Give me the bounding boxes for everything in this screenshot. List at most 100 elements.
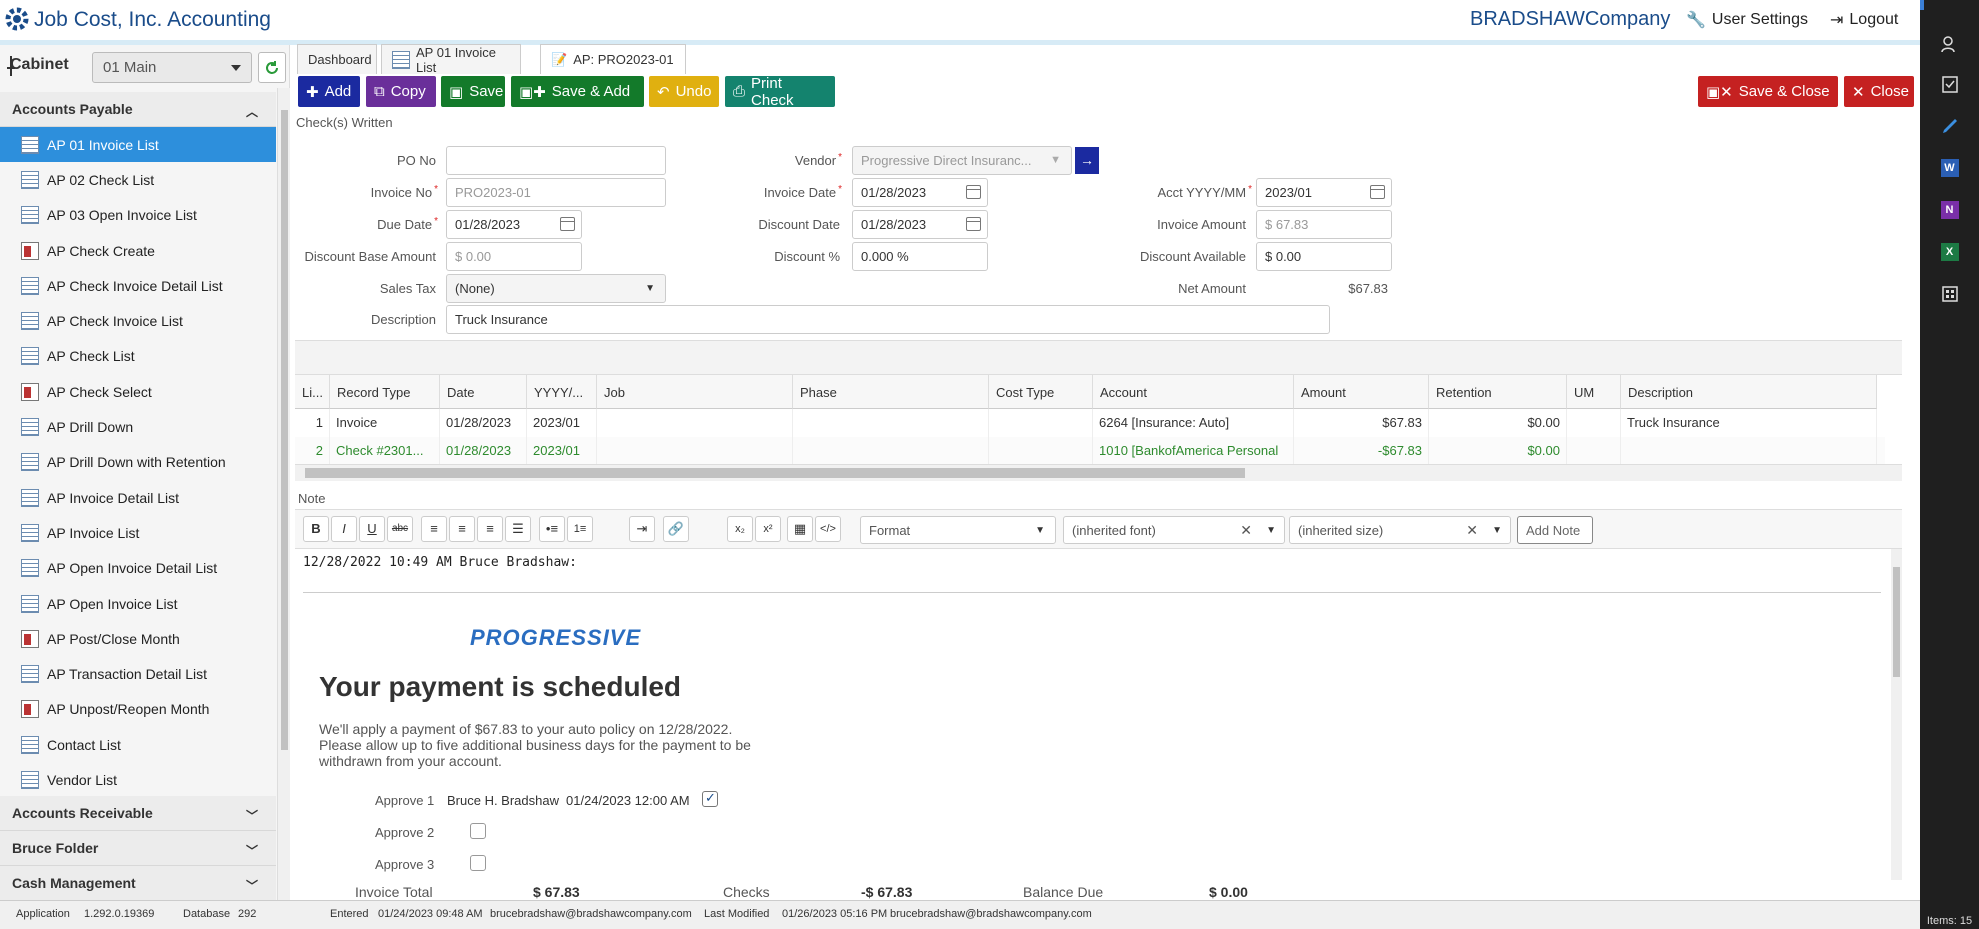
table-button[interactable]: ▦: [787, 516, 813, 542]
group-accounts-receivable[interactable]: Accounts Receivable ﹀: [0, 796, 276, 831]
invoice-date-input[interactable]: 01/28/2023: [852, 178, 988, 207]
sidebar-item[interactable]: AP Unpost/Reopen Month: [0, 692, 276, 727]
code-view-button[interactable]: </>: [815, 516, 841, 542]
font-select[interactable]: (inherited font) ✕ ▼: [1063, 516, 1285, 544]
copy-button[interactable]: ⧉ Copy: [366, 76, 436, 107]
align-right-button[interactable]: ≡: [477, 516, 503, 542]
link-button[interactable]: 🔗: [663, 516, 689, 542]
apps-icon[interactable]: [1920, 274, 1979, 314]
scrollbar-thumb[interactable]: [1893, 567, 1900, 677]
grid-column-header[interactable]: Record Type: [330, 375, 440, 409]
sidebar-item[interactable]: AP 01 Invoice List: [0, 127, 276, 163]
grid-column-header[interactable]: YYYY/...: [527, 375, 597, 409]
clear-icon[interactable]: ✕: [1240, 522, 1252, 539]
print-check-button[interactable]: ⎙ Print Check: [725, 75, 835, 109]
grid-column-header[interactable]: Description: [1621, 375, 1877, 409]
scrollbar-thumb[interactable]: [281, 110, 288, 750]
calendar-icon[interactable]: [966, 217, 981, 231]
add-button[interactable]: ✚ Add: [298, 76, 360, 107]
grid-column-header[interactable]: Amount: [1294, 375, 1429, 409]
sidebar-item[interactable]: AP Check Invoice List: [0, 303, 276, 338]
sidebar-item[interactable]: AP Check Select: [0, 374, 276, 409]
editor-scrollbar[interactable]: [1891, 549, 1902, 782]
sidebar-item[interactable]: AP Drill Down: [0, 409, 276, 444]
logout-link[interactable]: ⇥ Logout: [1830, 10, 1898, 30]
sidebar-item[interactable]: AP Transaction Detail List: [0, 656, 276, 691]
size-select[interactable]: (inherited size) ✕ ▼: [1289, 516, 1511, 544]
grid-column-header[interactable]: Cost Type: [989, 375, 1093, 409]
sidebar-item[interactable]: Contact List: [0, 727, 276, 762]
italic-button[interactable]: I: [331, 516, 357, 542]
subscript-button[interactable]: x₂: [727, 516, 753, 542]
indent-button[interactable]: ⇥: [629, 516, 655, 542]
sidebar-item[interactable]: AP Open Invoice List: [0, 586, 276, 621]
sidebar-item[interactable]: AP Open Invoice Detail List: [0, 551, 276, 586]
sidebar-item[interactable]: AP 03 Open Invoice List: [0, 198, 276, 233]
clipboard-icon[interactable]: [1920, 64, 1979, 104]
sidebar-item[interactable]: AP Post/Close Month: [0, 621, 276, 656]
bold-button[interactable]: B: [303, 516, 329, 542]
sidebar-scrollbar[interactable]: [277, 88, 290, 900]
tab-dashboard[interactable]: Dashboard: [297, 44, 377, 74]
clear-icon[interactable]: ✕: [1466, 522, 1478, 539]
calendar-icon[interactable]: [966, 185, 981, 199]
description-input[interactable]: Truck Insurance: [446, 305, 1330, 334]
grid-column-header[interactable]: Job: [597, 375, 793, 409]
approve-2-checkbox[interactable]: [470, 823, 486, 839]
note-editor[interactable]: 12/28/2022 10:49 AM Bruce Bradshaw: PROG…: [295, 549, 1891, 782]
pencil-icon[interactable]: [1920, 106, 1979, 146]
invoice-amount-input[interactable]: $ 67.83: [1256, 210, 1392, 239]
onenote-icon[interactable]: N: [1920, 190, 1979, 230]
vendor-select[interactable]: Progressive Direct Insuranc... ▼: [852, 146, 1072, 175]
save-button[interactable]: ▣ Save: [441, 76, 505, 107]
invoice-no-input[interactable]: PRO2023-01: [446, 178, 666, 207]
grid-horizontal-scrollbar[interactable]: [295, 464, 1902, 481]
numbered-list-button[interactable]: 1≡: [567, 516, 593, 542]
sidebar-item[interactable]: AP Check List: [0, 339, 276, 374]
sidebar-item[interactable]: AP Check Create: [0, 233, 276, 268]
grid-column-header[interactable]: Account: [1093, 375, 1294, 409]
word-icon[interactable]: W: [1920, 148, 1979, 188]
scrollbar-thumb[interactable]: [305, 468, 1245, 478]
undo-button[interactable]: ↶ Undo: [649, 76, 719, 107]
table-row[interactable]: 1 Invoice 01/28/2023 2023/01 6264 [Insurance…: [295, 409, 1885, 437]
add-note-button[interactable]: Add Note: [1517, 516, 1593, 544]
close-button[interactable]: ✕ Close: [1844, 76, 1914, 107]
calendar-icon[interactable]: [1370, 185, 1385, 199]
people-icon[interactable]: [1920, 24, 1979, 64]
save-and-close-button[interactable]: ▣✕ Save & Close: [1698, 76, 1838, 107]
grid-column-header[interactable]: Retention: [1429, 375, 1567, 409]
strikethrough-button[interactable]: abc: [387, 516, 413, 542]
align-center-button[interactable]: ≡: [449, 516, 475, 542]
group-bruce-folder[interactable]: Bruce Folder ﹀: [0, 831, 276, 866]
refresh-button[interactable]: [258, 52, 286, 83]
grid-column-header[interactable]: Li...: [295, 375, 330, 409]
align-left-button[interactable]: ≡: [421, 516, 447, 542]
sidebar-item[interactable]: AP Invoice Detail List: [0, 480, 276, 515]
bullet-list-button[interactable]: •≡: [539, 516, 565, 542]
sidebar-item[interactable]: AP Check Invoice Detail List: [0, 268, 276, 303]
justify-button[interactable]: ☰: [505, 516, 531, 542]
tab-ap-pro2023-01[interactable]: 📝 AP: PRO2023-01: [540, 44, 686, 74]
table-row[interactable]: 2 Check #2301... 01/28/2023 2023/01 1010 [Ba…: [295, 437, 1885, 465]
cabinet-select[interactable]: 01 Main: [92, 52, 252, 83]
excel-icon[interactable]: X: [1920, 232, 1979, 272]
grid-column-header[interactable]: Phase: [793, 375, 989, 409]
approve-3-checkbox[interactable]: [470, 855, 486, 871]
save-and-add-button[interactable]: ▣✚ Save & Add: [511, 76, 644, 107]
po-no-input[interactable]: [446, 146, 666, 175]
approve-1-checkbox[interactable]: ✓: [702, 790, 718, 807]
tab-ap-01-invoice-list[interactable]: AP 01 Invoice List: [381, 44, 521, 75]
due-date-input[interactable]: 01/28/2023: [446, 210, 582, 239]
approvals-scrollbar[interactable]: [1891, 782, 1902, 880]
group-cash-management[interactable]: Cash Management ﹀: [0, 866, 276, 901]
sidebar-item[interactable]: AP 02 Check List: [0, 162, 276, 197]
grid-column-header[interactable]: UM: [1567, 375, 1621, 409]
sidebar-item[interactable]: AP Drill Down with Retention: [0, 445, 276, 480]
calendar-icon[interactable]: [560, 217, 575, 231]
discount-pct-input[interactable]: 0.000 %: [852, 242, 988, 271]
user-settings-link[interactable]: 🔧 User Settings: [1686, 10, 1808, 30]
underline-button[interactable]: U: [359, 516, 385, 542]
sales-tax-select[interactable]: (None) ▼: [446, 274, 666, 303]
format-select[interactable]: Format ▼: [860, 516, 1056, 544]
